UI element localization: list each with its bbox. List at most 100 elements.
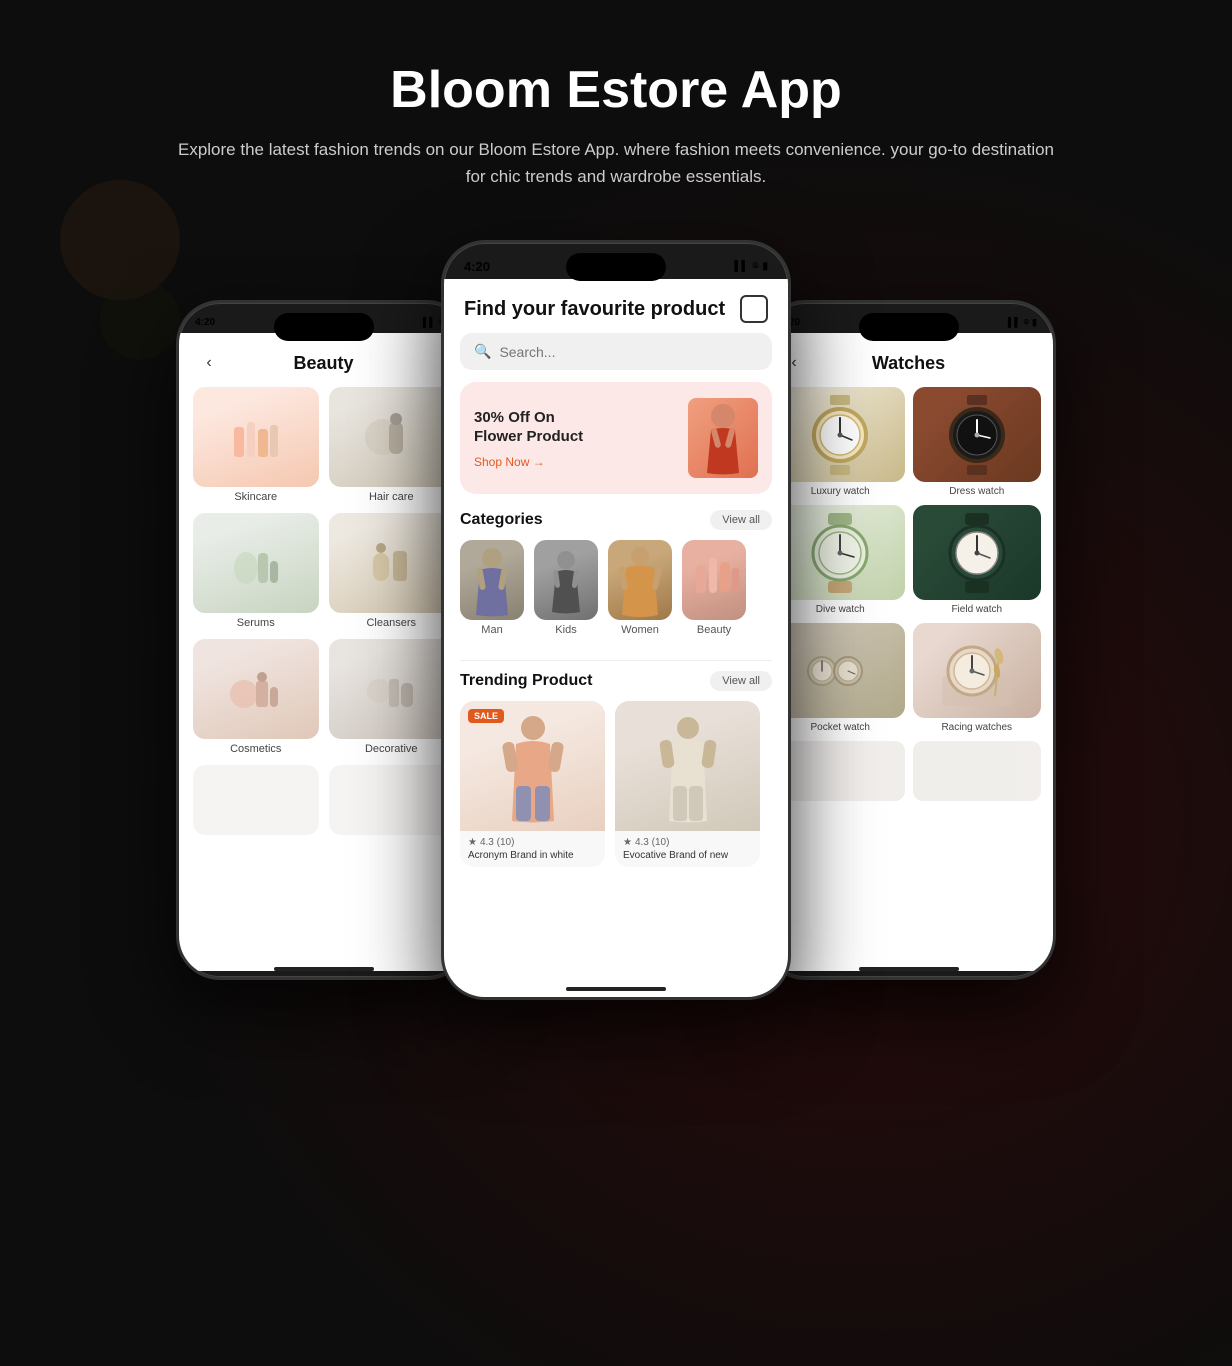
beauty-item-decorative[interactable]: Decorative xyxy=(329,639,455,755)
dynamic-island-left xyxy=(274,313,374,341)
phone-watches: 4:20 ▌▌ ⌾ ▮ ‹ Watches xyxy=(761,300,1056,980)
home-screen: Find your favourite product 🛍 🔍 30% Off … xyxy=(444,279,788,997)
categories-section-header: Categories View all xyxy=(444,510,788,540)
page-subtitle: Explore the latest fashion trends on our… xyxy=(166,136,1066,190)
bg-decoration-1 xyxy=(60,180,180,300)
category-women-label: Women xyxy=(621,624,659,636)
beauty-nav-header: ‹ Beauty xyxy=(179,333,468,387)
skincare-image xyxy=(193,387,319,487)
dive-watch-label: Dive watch xyxy=(816,604,865,615)
status-icons-right: ▌▌ ⌾ ▮ xyxy=(1008,317,1037,328)
category-kids[interactable]: Kids xyxy=(534,540,598,636)
watch-item-racing[interactable]: Racing watches xyxy=(913,623,1042,733)
dynamic-island-center xyxy=(566,253,666,281)
phone-beauty: 4:20 ▌▌ ⌾ ▮ ‹ Beauty xyxy=(176,300,471,980)
product-name-2: Evocative Brand of new xyxy=(623,850,752,861)
trending-view-all[interactable]: View all xyxy=(710,671,772,691)
banner-image xyxy=(688,398,758,478)
decorative-image xyxy=(329,639,455,739)
category-beauty-img xyxy=(682,540,746,620)
beauty-grid: Skincare Hair care xyxy=(179,387,468,755)
banner-text: 30% Off OnFlower Product Shop Now → xyxy=(474,408,583,469)
phones-container: 4:20 ▌▌ ⌾ ▮ ‹ Beauty xyxy=(176,240,1056,1000)
product-info-2: ★ 4.3 (10) Evocative Brand of new xyxy=(615,831,760,867)
phone-home: 4:20 ▌▌ ⌾ ▮ Find your favourite product … xyxy=(441,240,791,1000)
watch-item-dive[interactable]: Dive watch xyxy=(776,505,905,615)
category-women[interactable]: Women xyxy=(608,540,672,636)
watch-placeholder-row xyxy=(764,733,1053,801)
beauty-item-cleansers[interactable]: Cleansers xyxy=(329,513,455,629)
serums-image xyxy=(193,513,319,613)
signal-icon-center: ▌▌ xyxy=(734,261,748,272)
beauty-item-skincare[interactable]: Skincare xyxy=(193,387,319,503)
watch-ph-2 xyxy=(913,741,1042,801)
promo-banner[interactable]: 30% Off OnFlower Product Shop Now → xyxy=(460,382,772,494)
home-header-row: Find your favourite product 🛍 xyxy=(444,279,788,333)
back-icon-watches: ‹ xyxy=(791,354,796,372)
category-beauty-label: Beauty xyxy=(697,624,731,636)
bottom-bar-right xyxy=(859,967,959,971)
dress-watch-img xyxy=(913,387,1042,482)
cosmetics-image xyxy=(193,639,319,739)
star-icon-1: ★ xyxy=(468,837,477,848)
signal-icon-left: ▌▌ xyxy=(423,317,436,327)
racing-watch-label: Racing watches xyxy=(941,722,1012,733)
decorative-label: Decorative xyxy=(365,743,418,755)
back-button-beauty[interactable]: ‹ xyxy=(195,349,223,377)
watch-item-luxury[interactable]: Luxury watch xyxy=(776,387,905,497)
trending-section-header: Trending Product View all xyxy=(444,671,788,701)
category-beauty[interactable]: Beauty xyxy=(682,540,746,636)
placeholder-1 xyxy=(193,765,319,835)
watch-item-pocket[interactable]: Pocket watch xyxy=(776,623,905,733)
beauty-screen-title: Beauty xyxy=(233,353,414,374)
banner-offer-text: 30% Off OnFlower Product xyxy=(474,408,583,447)
haircare-image xyxy=(329,387,455,487)
watches-nav-header: ‹ Watches xyxy=(764,333,1053,387)
bottom-bar-left xyxy=(274,967,374,971)
page-title: Bloom Estore App xyxy=(166,60,1066,120)
category-kids-img xyxy=(534,540,598,620)
category-man-img xyxy=(460,540,524,620)
product-img-1: SALE xyxy=(460,701,605,831)
product-card-1[interactable]: SALE xyxy=(460,701,605,867)
placeholder-2 xyxy=(329,765,455,835)
beauty-item-haircare[interactable]: Hair care xyxy=(329,387,455,503)
signal-icon-right: ▌▌ xyxy=(1008,317,1021,327)
wifi-icon-right: ⌾ xyxy=(1024,317,1029,328)
categories-title: Categories xyxy=(460,511,543,529)
search-bar[interactable]: 🔍 xyxy=(460,333,772,370)
search-input[interactable] xyxy=(499,344,758,360)
categories-row: Man Kids xyxy=(444,540,788,650)
product-name-1: Acronym Brand in white xyxy=(468,850,597,861)
racing-watch-img xyxy=(913,623,1042,718)
beauty-screen: ‹ Beauty Sk xyxy=(179,333,468,971)
beauty-item-cosmetics[interactable]: Cosmetics xyxy=(193,639,319,755)
wifi-icon-center: ⌾ xyxy=(752,261,758,272)
trending-row: SALE xyxy=(444,701,788,867)
product-rating-1: ★ 4.3 (10) xyxy=(468,837,597,848)
product-card-2[interactable]: ★ 4.3 (10) Evocative Brand of new xyxy=(615,701,760,867)
luxury-watch-img xyxy=(776,387,905,482)
cleansers-image xyxy=(329,513,455,613)
sale-badge-1: SALE xyxy=(468,709,504,723)
dress-watch-label: Dress watch xyxy=(949,486,1004,497)
serums-label: Serums xyxy=(237,617,275,629)
watch-item-field[interactable]: Field watch xyxy=(913,505,1042,615)
categories-view-all[interactable]: View all xyxy=(710,510,772,530)
beauty-item-serums[interactable]: Serums xyxy=(193,513,319,629)
watches-screen: ‹ Watches xyxy=(764,333,1053,971)
banner-cta[interactable]: Shop Now → xyxy=(474,455,583,469)
star-icon-2: ★ xyxy=(623,837,632,848)
category-women-img xyxy=(608,540,672,620)
category-man[interactable]: Man xyxy=(460,540,524,636)
pocket-watch-img xyxy=(776,623,905,718)
divider-1 xyxy=(460,660,772,661)
cleansers-label: Cleansers xyxy=(366,617,416,629)
product-rating-2: ★ 4.3 (10) xyxy=(623,837,752,848)
trending-title: Trending Product xyxy=(460,672,592,690)
watch-ph-1 xyxy=(776,741,905,801)
dynamic-island-right xyxy=(859,313,959,341)
cart-icon-btn[interactable]: 🛍 xyxy=(740,295,768,323)
watch-item-dress[interactable]: Dress watch xyxy=(913,387,1042,497)
pocket-watch-label: Pocket watch xyxy=(811,722,870,733)
